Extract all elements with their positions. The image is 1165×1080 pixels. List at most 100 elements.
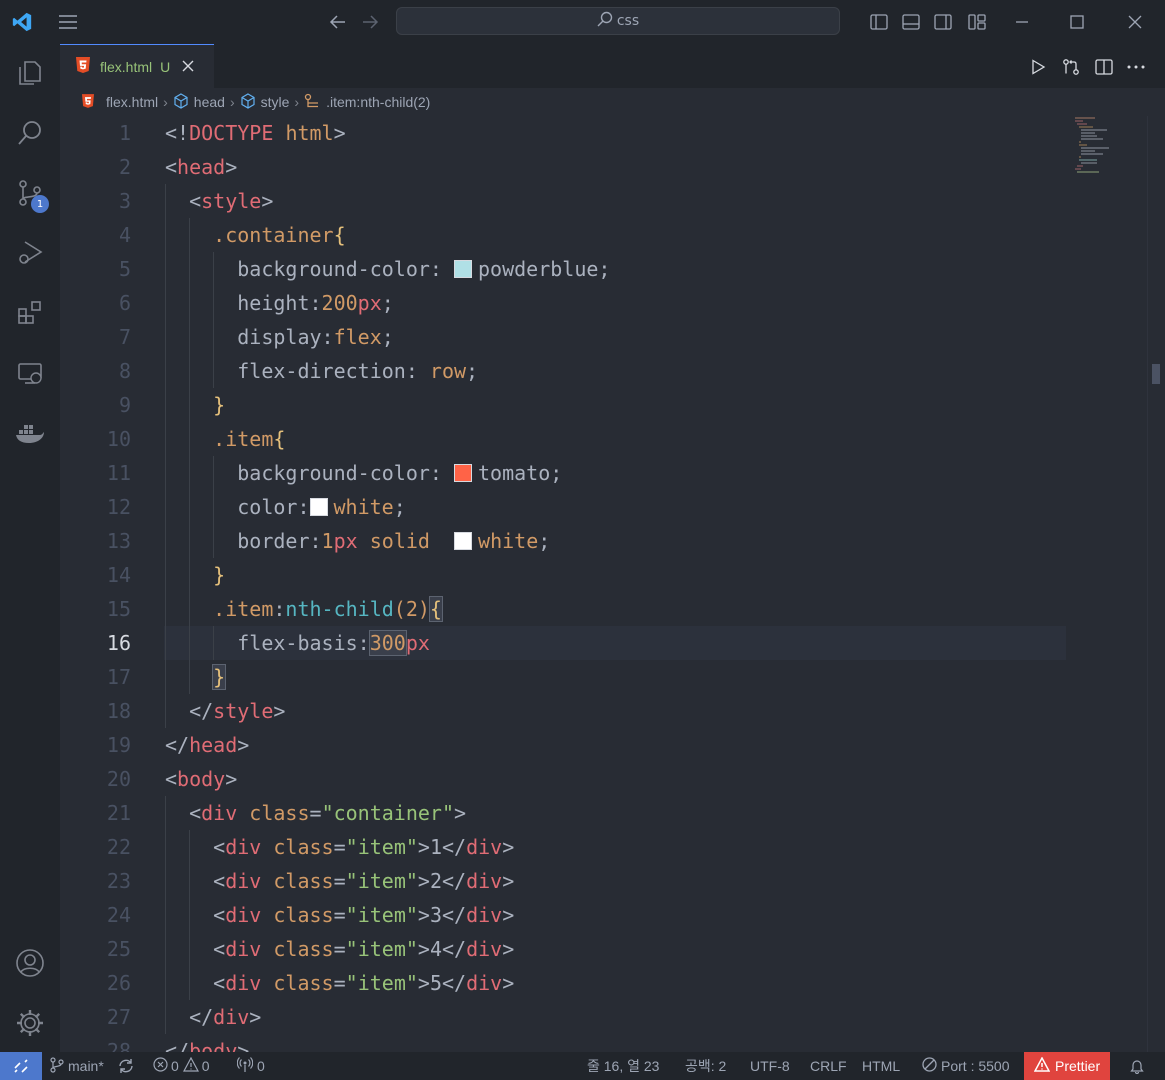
indent-guide (165, 252, 166, 286)
line-number: 13 (106, 529, 131, 553)
code-text: <div class="item">5</div> (165, 971, 515, 995)
line-number: 11 (106, 461, 131, 485)
maximize-window-icon[interactable] (1065, 10, 1089, 34)
problems-status[interactable]: 0 0 (153, 1052, 210, 1080)
settings-gear-icon[interactable] (13, 1006, 47, 1040)
menu-icon[interactable] (56, 10, 80, 34)
language-mode[interactable]: HTML (862, 1052, 900, 1080)
toggle-primary-sidebar-icon[interactable] (867, 10, 891, 34)
code-line[interactable]: 11 background-color: tomato; (60, 456, 1147, 490)
command-search-input[interactable]: css (396, 7, 840, 35)
toggle-secondary-sidebar-icon[interactable] (931, 10, 955, 34)
code-line[interactable]: 10 .item{ (60, 422, 1147, 456)
line-number: 27 (106, 1005, 131, 1029)
indent-guide (213, 354, 215, 388)
code-line[interactable]: 17 } (60, 660, 1147, 694)
live-server-status[interactable]: Port : 5500 (922, 1052, 1010, 1080)
code-line[interactable]: 21 <div class="container"> (60, 796, 1147, 830)
git-branch-icon (50, 1056, 64, 1076)
tab-flex-html[interactable]: flex.html U (60, 44, 214, 88)
close-tab-icon[interactable] (182, 57, 194, 76)
extensions-icon[interactable] (13, 296, 47, 330)
customize-layout-icon[interactable] (965, 10, 989, 34)
breadcrumb-selector[interactable]: .item:nth-child(2) (304, 93, 430, 112)
remote-indicator-icon[interactable] (0, 1052, 42, 1080)
toggle-panel-icon[interactable] (899, 10, 923, 34)
breadcrumb-head[interactable]: head (173, 92, 225, 112)
code-line[interactable]: 4 .container{ (60, 218, 1147, 252)
code-line[interactable]: 3 <style> (60, 184, 1147, 218)
code-line[interactable]: 7 display:flex; (60, 320, 1147, 354)
sync-icon[interactable] (117, 1052, 135, 1080)
minimap[interactable] (1067, 116, 1147, 1052)
code-line[interactable]: 1 <!DOCTYPE html> (60, 116, 1147, 150)
code-line[interactable]: 19 </head> (60, 728, 1147, 762)
run-debug-icon[interactable] (13, 236, 47, 270)
line-number: 8 (118, 359, 131, 383)
code-line[interactable]: 14 } (60, 558, 1147, 592)
close-window-icon[interactable] (1123, 10, 1147, 34)
activity-bar: 1 (0, 44, 60, 1052)
color-swatch[interactable] (453, 464, 472, 482)
indent-guide (165, 490, 166, 524)
ports-status[interactable]: 0 (236, 1052, 265, 1080)
code-line[interactable]: 16 flex-basis:300px (60, 626, 1147, 660)
code-line[interactable]: 2 <head> (60, 150, 1147, 184)
explorer-icon[interactable] (13, 56, 47, 90)
code-line[interactable]: 6 height:200px; (60, 286, 1147, 320)
color-swatch[interactable] (309, 498, 328, 516)
search-view-icon[interactable] (13, 116, 47, 150)
cursor-position[interactable]: 줄 16, 열 23 (587, 1052, 659, 1080)
code-line[interactable]: 15 .item:nth-child(2){ (60, 592, 1147, 626)
code-line[interactable]: 22 <div class="item">1</div> (60, 830, 1147, 864)
open-changes-icon[interactable] (1060, 56, 1082, 78)
code-text: .container{ (165, 223, 346, 247)
code-line[interactable]: 24 <div class="item">3</div> (60, 898, 1147, 932)
indentation[interactable]: 공백: 2 (685, 1052, 726, 1080)
indent-guide (189, 218, 191, 252)
code-editor[interactable]: 1 <!DOCTYPE html> 2 <head> 3 <style> 4 .conta… (60, 116, 1147, 1052)
source-control-badge: 1 (31, 195, 49, 213)
run-icon[interactable] (1027, 56, 1049, 78)
color-swatch[interactable] (454, 532, 473, 550)
code-line[interactable]: 12 color: white; (60, 490, 1147, 524)
encoding[interactable]: UTF-8 (750, 1052, 790, 1080)
forward-arrow-icon[interactable] (358, 10, 382, 34)
code-line[interactable]: 28 </body> (60, 1034, 1147, 1052)
code-line[interactable]: 26 <div class="item">5</div> (60, 966, 1147, 1000)
scrollbar-thumb[interactable] (1152, 364, 1160, 384)
split-editor-icon[interactable] (1093, 56, 1115, 78)
code-text: </head> (165, 733, 250, 757)
indent-guide (213, 626, 215, 660)
color-swatch[interactable] (453, 260, 472, 278)
code-line[interactable]: 8 flex-direction: row; (60, 354, 1147, 388)
more-actions-icon[interactable] (1125, 56, 1147, 78)
minimize-window-icon[interactable] (1010, 10, 1034, 34)
remote-explorer-icon[interactable] (13, 356, 47, 390)
notifications-bell-icon[interactable] (1129, 1052, 1145, 1080)
code-line[interactable]: 18 </style> (60, 694, 1147, 728)
code-line[interactable]: 20 <body> (60, 762, 1147, 796)
code-line[interactable]: 23 <div class="item">2</div> (60, 864, 1147, 898)
branch-status[interactable]: main* (50, 1052, 104, 1080)
indent-guide (165, 898, 166, 932)
breadcrumb-style[interactable]: style (240, 92, 289, 112)
indent-guide (213, 490, 215, 524)
end-of-line[interactable]: CRLF (810, 1052, 847, 1080)
back-arrow-icon[interactable] (326, 10, 350, 34)
code-line[interactable]: 13 border:1px solid white; (60, 524, 1147, 558)
code-text: <div class="item">4</div> (165, 937, 515, 961)
code-line[interactable]: 5 background-color: powderblue; (60, 252, 1147, 286)
code-text: flex-basis:300px (165, 630, 430, 656)
breadcrumb-file-label: flex.html (106, 94, 159, 110)
breadcrumb-file[interactable]: flex.html (82, 93, 159, 111)
code-line[interactable]: 9 } (60, 388, 1147, 422)
docker-icon[interactable] (13, 416, 47, 450)
vertical-scrollbar[interactable] (1147, 116, 1165, 1052)
indent-guide (189, 660, 191, 694)
code-text: </body> (165, 1039, 250, 1052)
code-line[interactable]: 25 <div class="item">4</div> (60, 932, 1147, 966)
code-line[interactable]: 27 </div> (60, 1000, 1147, 1034)
accounts-icon[interactable] (13, 946, 47, 980)
prettier-status[interactable]: Prettier (1024, 1052, 1111, 1080)
